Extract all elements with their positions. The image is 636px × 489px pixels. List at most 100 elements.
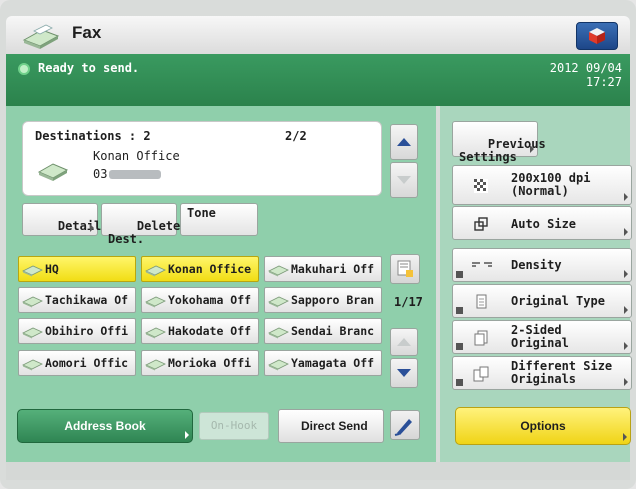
title-bar: Fax [6, 16, 630, 54]
up-arrow-icon [397, 138, 411, 146]
speed-dial-label: Sapporo Bran [291, 293, 375, 307]
resolution-label: 200x100 dpi (Normal) [511, 171, 591, 198]
document-icon [476, 294, 487, 309]
chevron-right-icon [624, 306, 628, 314]
fax-destination-icon [22, 359, 43, 371]
speed-dial-button[interactable]: Sapporo Bran [264, 287, 382, 313]
two-sided-original-button[interactable]: 2-Sided Original [452, 320, 632, 354]
fax-destination-icon [37, 163, 69, 181]
options-mark-icon [456, 271, 463, 278]
scroll-up-button[interactable] [390, 124, 418, 160]
address-book-button[interactable]: Address Book [17, 409, 193, 443]
options-button[interactable]: Options [455, 407, 631, 445]
destination-box[interactable]: Destinations : 2 2/2 Konan Office 03 [22, 121, 382, 196]
speed-dial-label: Konan Office [168, 262, 252, 276]
options-mark-icon [456, 379, 463, 386]
speed-dial-settings-button[interactable] [390, 254, 420, 284]
speed-dial-button[interactable]: Hakodate Off [141, 318, 259, 344]
speed-dial-button[interactable]: Makuhari Off [264, 256, 382, 282]
previous-settings-button[interactable]: Previous Settings [452, 121, 546, 164]
chevron-right-icon [530, 145, 534, 153]
status-bar: Ready to send. 2012 09/04 17:27 [6, 54, 630, 106]
on-hook-label: On-Hook [210, 419, 258, 432]
original-type-button[interactable]: Original Type [452, 284, 632, 318]
dial-scroll-down-button[interactable] [390, 358, 418, 388]
speed-dial-label: Tachikawa Of [45, 293, 129, 307]
speed-dial-button[interactable]: Tachikawa Of [18, 287, 136, 313]
speed-dial-button[interactable]: Obihiro Offi [18, 318, 136, 344]
status-message: Ready to send. [38, 61, 140, 75]
speed-dial-label: HQ [45, 262, 59, 276]
fax-destination-icon [145, 265, 166, 277]
chevron-right-icon [624, 270, 628, 278]
different-size-originals-button[interactable]: Different Size Originals [452, 356, 632, 390]
fax-destination-icon [22, 296, 43, 308]
speed-dial-label: Hakodate Off [168, 324, 252, 338]
speed-dial-label: Yokohama Off [168, 293, 252, 307]
fax-destination-icon [268, 359, 289, 371]
fax-machine-icon [22, 24, 60, 49]
two-sided-label: 2-Sided Original [511, 323, 569, 350]
tone-label: Tone [187, 206, 216, 220]
details-button[interactable]: Details [22, 203, 108, 236]
scan-size-label: Auto Size [511, 217, 577, 231]
speed-dial-label: Yamagata Off [291, 356, 375, 370]
options-label: Options [520, 419, 566, 433]
two-sided-icon [474, 330, 488, 346]
fax-destination-icon [22, 327, 43, 339]
destination-number: 03 [93, 167, 162, 181]
status-indicator-icon [18, 63, 30, 75]
resolution-icon [474, 179, 488, 193]
scan-size-icon [474, 217, 488, 231]
destination-name: Konan Office [93, 149, 180, 163]
fax-destination-icon [145, 296, 166, 308]
edit-button[interactable] [390, 410, 420, 440]
different-size-label: Different Size Originals [511, 359, 613, 386]
direct-send-button[interactable]: Direct Send [278, 409, 384, 443]
fax-destination-icon [268, 265, 289, 277]
up-arrow-icon [397, 338, 411, 346]
scroll-down-button[interactable] [390, 162, 418, 198]
delete-dest-button[interactable]: Delete Dest. [101, 203, 180, 246]
destination-number-prefix: 03 [93, 167, 108, 181]
chevron-right-icon [624, 378, 628, 386]
speed-dial-label: Morioka Offi [168, 356, 252, 370]
chevron-right-icon [90, 224, 94, 232]
resolution-button[interactable]: 200x100 dpi (Normal) [452, 165, 632, 205]
redacted-number [109, 170, 162, 179]
chevron-right-icon [624, 228, 628, 236]
speed-dial-label: Aomori Offic [45, 356, 129, 370]
speed-dial-button[interactable]: Sendai Branc [264, 318, 382, 344]
density-button[interactable]: Density [452, 248, 632, 282]
speed-dial-button[interactable]: Konan Office [141, 256, 259, 282]
direct-send-label: Direct Send [301, 419, 368, 433]
down-arrow-icon [397, 176, 411, 184]
destinations-count: Destinations : 2 [35, 129, 151, 143]
address-book-label: Address Book [64, 419, 146, 433]
density-label: Density [511, 258, 562, 272]
time: 17:27 [585, 75, 622, 89]
scan-size-button[interactable]: Auto Size [452, 206, 632, 240]
tone-button[interactable]: Tone [180, 203, 258, 236]
fax-destination-icon [268, 296, 289, 308]
options-mark-icon [456, 307, 463, 314]
page-counter: 1/17 [394, 295, 423, 309]
fax-screen: Fax Ready to send. 2012 09/04 17:27 Dest… [0, 0, 636, 489]
speed-dial-label: Sendai Branc [291, 324, 375, 338]
cube-button[interactable] [576, 22, 618, 50]
page-title: Fax [72, 23, 102, 42]
dial-scroll-up-button[interactable] [390, 328, 418, 356]
speed-dial-label: Obihiro Offi [45, 324, 129, 338]
fax-destination-icon [145, 327, 166, 339]
speed-dial-button[interactable]: HQ [18, 256, 136, 282]
speed-dial-button[interactable]: Yamagata Off [264, 350, 382, 376]
speed-dial-button[interactable]: Yokohama Off [141, 287, 259, 313]
on-hook-button[interactable]: On-Hook [199, 412, 269, 440]
fax-destination-icon [268, 327, 289, 339]
density-icon [472, 262, 492, 267]
bottom-strip [6, 462, 630, 480]
speed-dial-button[interactable]: Morioka Offi [141, 350, 259, 376]
cube-icon [589, 28, 605, 44]
speed-dial-button[interactable]: Aomori Offic [18, 350, 136, 376]
chevron-right-icon [624, 342, 628, 350]
